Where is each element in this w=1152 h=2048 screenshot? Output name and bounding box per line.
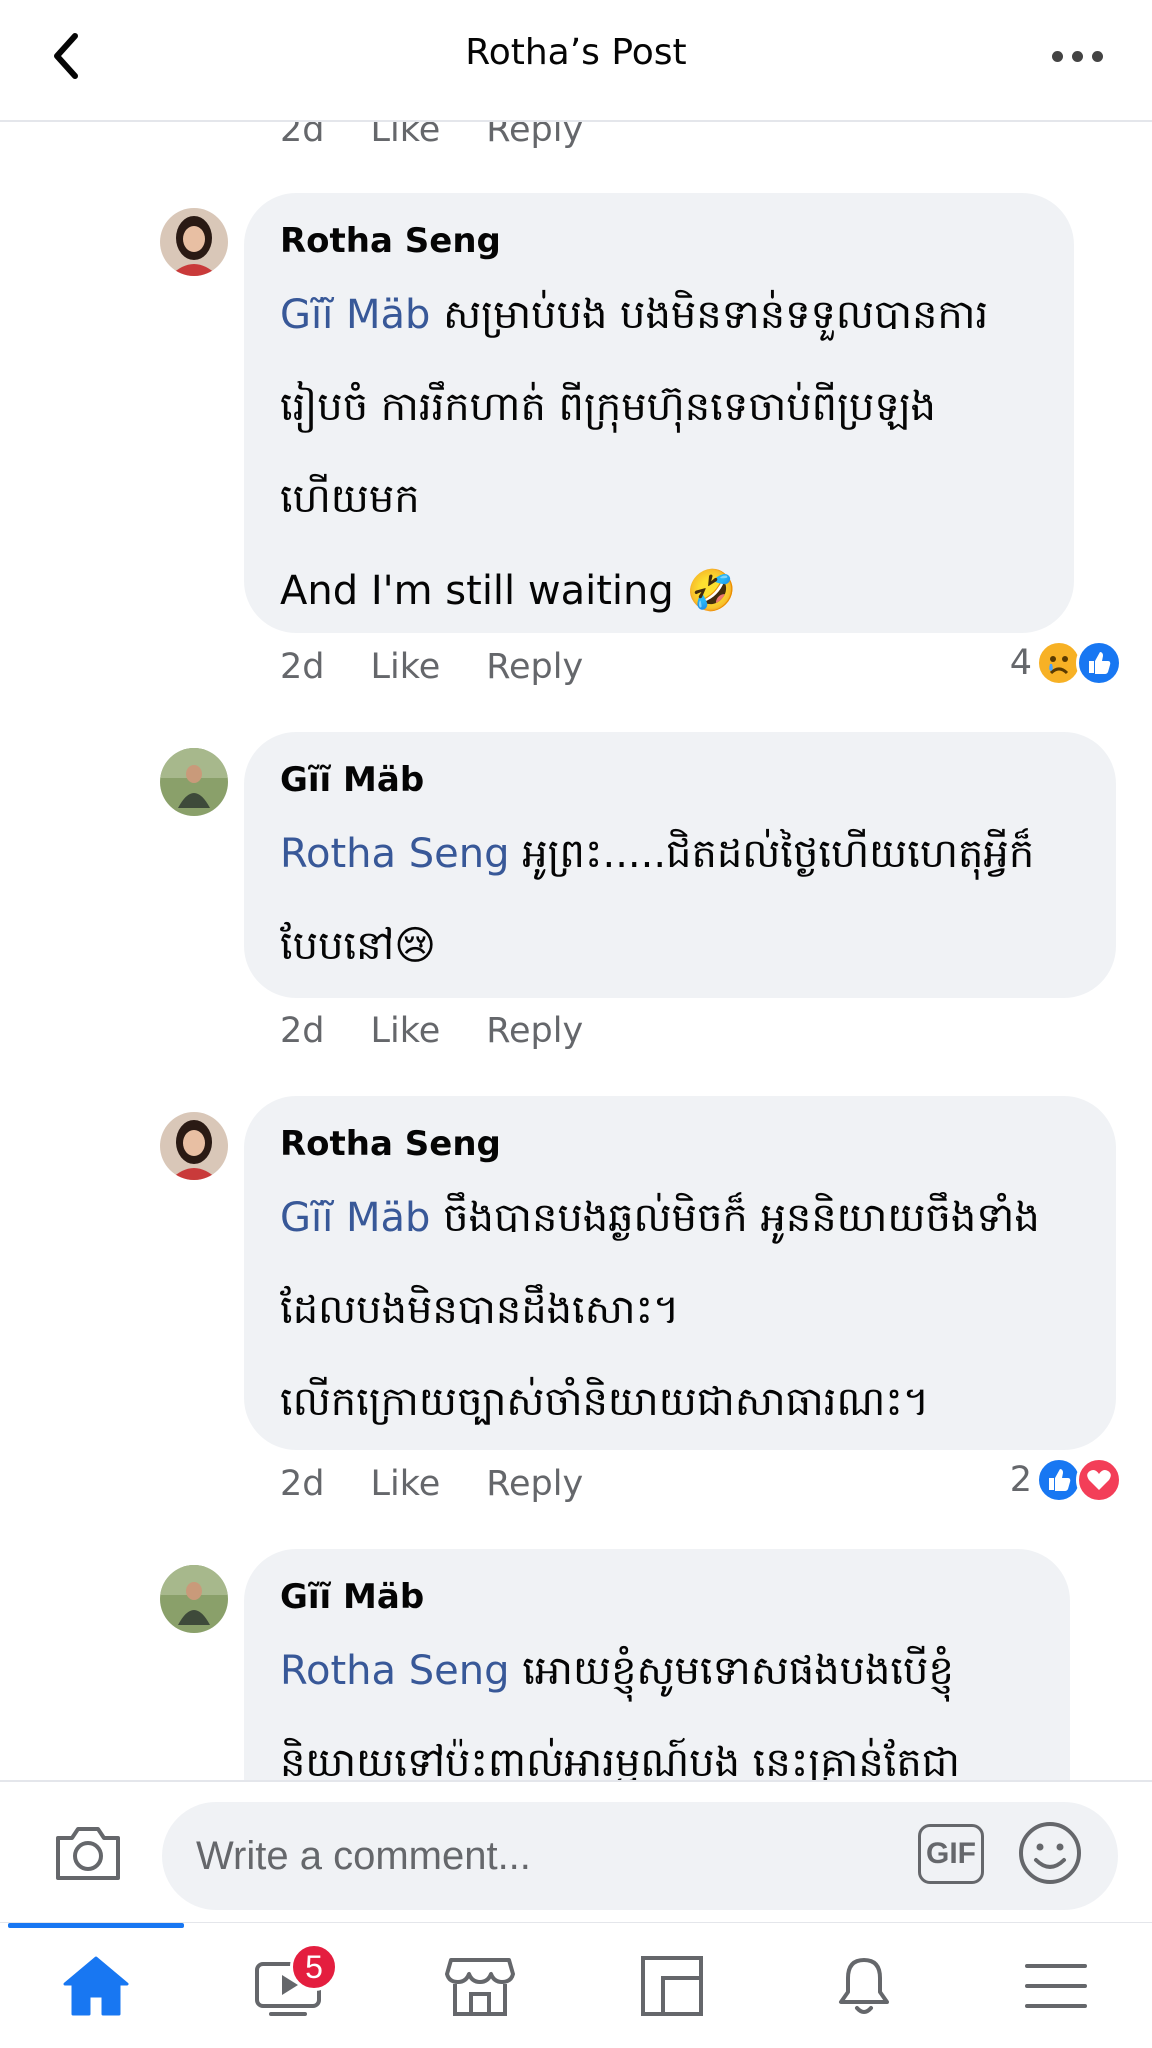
mention-link[interactable]: Gĩĩ Mäb bbox=[280, 1195, 430, 1241]
more-dot-icon bbox=[1071, 50, 1083, 62]
nav-notifications[interactable] bbox=[768, 1923, 960, 2048]
mention-link[interactable]: Rotha Seng bbox=[280, 1648, 509, 1694]
love-icon bbox=[1076, 1457, 1122, 1503]
comment-text: Gĩĩ Mäb ចឹងបានបងឆ្ងល់មិចក៏ អូននិយាយចឹងទា… bbox=[280, 1172, 1082, 1448]
reaction-summary[interactable]: 2 bbox=[1010, 1457, 1122, 1503]
notification-badge: 5 bbox=[290, 1943, 338, 1991]
like-button[interactable]: Like bbox=[371, 1464, 441, 1504]
top-bar: Rotha’s Post bbox=[0, 0, 1152, 122]
comment-line: សម្រាប់បង បងមិនទាន់ទទួលបានការ bbox=[430, 292, 989, 338]
smiley-icon bbox=[1019, 1822, 1081, 1884]
comment-actions: 2d Like Reply bbox=[280, 647, 583, 687]
comment-bubble[interactable]: Rotha Seng Gĩĩ Mäb ចឹងបានបងឆ្ងល់មិចក៏ អូ… bbox=[244, 1096, 1116, 1450]
comment-line: ចឹងបានបងឆ្ងល់មិចក៏ អូននិយាយចឹងទាំង bbox=[430, 1195, 1040, 1241]
comment-bubble[interactable]: Rotha Seng Gĩĩ Mäb សម្រាប់បង បងមិនទាន់ទទ… bbox=[244, 193, 1074, 633]
avatar[interactable] bbox=[160, 208, 228, 276]
comment-line: រៀបចំ ការរឹកហាត់ ពីក្រុមហ៊ុនទេចាប់ពីប្រឡ… bbox=[280, 384, 936, 430]
comment-author[interactable]: Rotha Seng bbox=[280, 1122, 1082, 1166]
more-dot-icon bbox=[1051, 50, 1063, 62]
emoji-button[interactable] bbox=[1017, 1820, 1083, 1886]
avatar[interactable] bbox=[160, 1112, 228, 1180]
comment-feed[interactable]: 2d Like Reply Rotha Seng Gĩĩ Mäb សម្រាប់… bbox=[0, 0, 1152, 1780]
mention-link[interactable]: Gĩĩ Mäb bbox=[280, 292, 430, 338]
avatar[interactable] bbox=[160, 1565, 228, 1633]
marketplace-icon bbox=[445, 1957, 515, 2016]
comment-text: Rotha Seng អូព្រះ.....ជិតដល់ថ្ងៃហើយហេតុអ… bbox=[280, 808, 1082, 992]
more-options-button[interactable] bbox=[1042, 36, 1112, 76]
reaction-count: 2 bbox=[1009, 1460, 1032, 1500]
home-icon bbox=[63, 1956, 129, 2015]
comment-line: លើកក្រោយច្បាស់ចាំនិយាយជាសាធារណះ។ bbox=[280, 1379, 930, 1425]
comment-line: និយាយទៅប៉ះពាល់អារម្មណ៍បង នេះគ្រាន់តែជា bbox=[280, 1740, 960, 1780]
comment-box: GIF bbox=[162, 1802, 1118, 1910]
comment-composer: GIF bbox=[0, 1780, 1152, 1922]
camera-button[interactable] bbox=[52, 1822, 124, 1884]
comment-actions: 2d Like Reply bbox=[280, 1011, 583, 1051]
more-dot-icon bbox=[1091, 50, 1103, 62]
comment-line: អូព្រះ.....ជិតដល់ថ្ងៃហើយហេតុអ្វីក៏ bbox=[509, 831, 1035, 877]
avatar[interactable] bbox=[160, 748, 228, 816]
comment-line: អោយខ្ញុំសូមទោសផងបងបើខ្ញុំ bbox=[509, 1648, 954, 1694]
comment-time: 2d bbox=[280, 1464, 325, 1504]
comment-actions: 2d Like Reply bbox=[280, 1464, 583, 1504]
menu-icon bbox=[1025, 1963, 1087, 2008]
mention-link[interactable]: Rotha Seng bbox=[280, 831, 509, 877]
comment-text: Rotha Seng អោយខ្ញុំសូមទោសផងបងបើខ្ញុំ និយ… bbox=[280, 1625, 1036, 1780]
comment-author[interactable]: Rotha Seng bbox=[280, 219, 1040, 263]
comment-line: And I'm still waiting 🤣 bbox=[280, 568, 737, 614]
comment-author[interactable]: Gĩĩ Mäb bbox=[280, 758, 1082, 802]
nav-menu[interactable] bbox=[960, 1923, 1152, 2048]
reply-button[interactable]: Reply bbox=[486, 1464, 583, 1504]
like-button[interactable]: Like bbox=[371, 647, 441, 687]
gif-button[interactable]: GIF bbox=[918, 1824, 984, 1884]
reaction-count: 4 bbox=[1009, 643, 1032, 683]
page-title: Rotha’s Post bbox=[465, 32, 687, 73]
comment-line: ហើយមក bbox=[280, 476, 420, 522]
reply-button[interactable]: Reply bbox=[486, 1011, 583, 1051]
reply-button[interactable]: Reply bbox=[486, 647, 583, 687]
like-button[interactable]: Like bbox=[371, 1011, 441, 1051]
comment-bubble[interactable]: Gĩĩ Mäb Rotha Seng អូព្រះ.....ជិតដល់ថ្ងៃ… bbox=[244, 732, 1116, 998]
comment-author[interactable]: Gĩĩ Mäb bbox=[280, 1575, 1036, 1619]
comment-line: ដែលបងមិនបានដឹងសោះ។ bbox=[280, 1287, 680, 1333]
bell-icon bbox=[839, 1957, 889, 2014]
like-icon bbox=[1076, 640, 1122, 686]
nav-pages[interactable] bbox=[576, 1923, 768, 2048]
comment-bubble[interactable]: Gĩĩ Mäb Rotha Seng អោយខ្ញុំសូមទោសផងបងបើខ… bbox=[244, 1549, 1070, 1780]
comment-input[interactable] bbox=[196, 1826, 876, 1886]
reaction-summary[interactable]: 4 bbox=[1010, 640, 1122, 686]
comment-time: 2d bbox=[280, 647, 325, 687]
nav-watch[interactable]: 5 bbox=[192, 1923, 384, 2048]
nav-marketplace[interactable] bbox=[384, 1923, 576, 2048]
comment-text: Gĩĩ Mäb សម្រាប់បង បងមិនទាន់ទទួលបានការ រៀ… bbox=[280, 269, 1040, 637]
pages-icon bbox=[641, 1955, 703, 2016]
comment-time: 2d bbox=[280, 1011, 325, 1051]
camera-icon bbox=[56, 1827, 120, 1880]
comment-line: បែបនៅ😢 bbox=[280, 923, 436, 969]
bottom-nav: 5 bbox=[0, 1922, 1152, 2048]
nav-home[interactable] bbox=[0, 1923, 192, 2048]
